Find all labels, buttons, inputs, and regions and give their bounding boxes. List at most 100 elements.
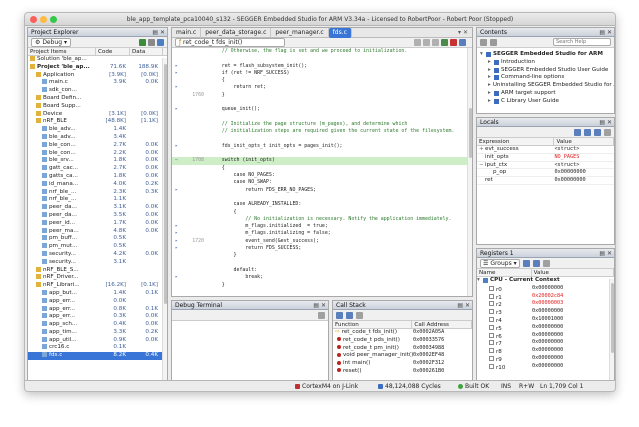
expand-icon[interactable]: ▸: [488, 82, 491, 90]
zoom-window-button[interactable]: [50, 16, 57, 23]
column-expression[interactable]: Expression: [477, 138, 555, 145]
editor-tab[interactable]: peer_manager.c: [271, 28, 329, 38]
project-tree-row[interactable]: ble_adv... 1.4K: [28, 126, 167, 134]
register-row[interactable]: r8 0x00000000: [477, 347, 614, 355]
code-line[interactable]: [172, 260, 472, 267]
register-row[interactable]: r1 0x20002c84: [477, 293, 614, 301]
code-line[interactable]: // Initialize the page structure (m_page…: [172, 121, 472, 128]
registers-scrollbar[interactable]: [609, 279, 614, 381]
registers-menu-icon[interactable]: ▤ ✕: [599, 249, 612, 258]
code-line[interactable]: {: [172, 165, 472, 172]
code-line[interactable]: case ALREADY_INSTALLED:: [172, 201, 472, 208]
code-line[interactable]: case NO_SWAP:: [172, 179, 472, 186]
project-tree-row[interactable]: Board Supp...: [28, 102, 167, 111]
project-tree-row[interactable]: security... 4.2K 0.0K: [28, 250, 167, 259]
add-icon[interactable]: [157, 38, 164, 46]
call-stack-row[interactable]: reset() 0x000261B0: [333, 368, 472, 376]
code-line[interactable]: // initialization steps are required giv…: [172, 128, 472, 135]
config-select[interactable]: ⚙ Debug ▾: [31, 37, 71, 47]
local-variable-row[interactable]: ret 0x00000000: [477, 177, 614, 185]
project-tree-row[interactable]: peer_da... 3.1K 0.0K: [28, 204, 167, 212]
registers-refresh-icon[interactable]: [522, 259, 530, 267]
code-line[interactable]: [172, 289, 472, 296]
locals-menu-icon[interactable]: ▤ ✕: [599, 118, 612, 127]
breakpoint-marker-icon[interactable]: ▸: [175, 230, 178, 237]
project-tree-row[interactable]: main.c 3.9K 0.0K: [28, 79, 167, 87]
code-line[interactable]: {: [172, 77, 472, 84]
project-tree-row[interactable]: gatts_ca... 1.8K 0.0K: [28, 172, 167, 181]
step-out-icon[interactable]: [432, 39, 439, 46]
project-tree-row[interactable]: nRF_BLE_S...: [28, 266, 167, 275]
code-line[interactable]: [172, 136, 472, 143]
register-row[interactable]: r0 0x00000000: [477, 285, 614, 293]
terminal-output[interactable]: [172, 321, 328, 381]
project-tree-row[interactable]: nRF_Librari... [16.2K] [0.1K]: [28, 282, 167, 290]
project-tree-row[interactable]: app_but... 1.4K 0.1K: [28, 289, 167, 298]
column-value[interactable]: Value: [554, 138, 614, 145]
project-tree-row[interactable]: Board Defin...: [28, 94, 167, 103]
current-line-arrow-icon[interactable]: ⇨: [175, 157, 178, 164]
project-tree-row[interactable]: ble_srv... 1.8K 0.0K: [28, 157, 167, 165]
project-tree-row[interactable]: Project 'ble_ap... 71.6K 188.9K: [28, 63, 167, 72]
code-line[interactable]: ▸ return FDS_ERR_NO_PAGES;: [172, 187, 472, 194]
breakpoint-marker-icon[interactable]: ▸: [175, 143, 178, 150]
local-variable-row[interactable]: init_opts NO_PAGES: [477, 154, 614, 162]
tab-list-icon[interactable]: ▾ ✕: [458, 29, 468, 36]
register-row[interactable]: r4 0x10001000: [477, 316, 614, 324]
project-tree-row[interactable]: nrf_ble_... 2.3K 0.3K: [28, 188, 167, 197]
registers-hex-icon[interactable]: [532, 259, 540, 267]
code-line[interactable]: // A write operation is necessary to ini…: [172, 296, 472, 297]
code-line[interactable]: [172, 150, 472, 157]
call-stack-settings-icon[interactable]: [356, 311, 363, 319]
project-tree-row[interactable]: nRF_BLE [48.8K] [1.1K]: [28, 118, 167, 126]
project-tree-row[interactable]: peer_id... 1.7K 0.0K: [28, 219, 167, 228]
project-tree-row[interactable]: Solution 'ble_ap...: [28, 56, 167, 64]
breakpoint-marker-icon[interactable]: ▸: [175, 84, 178, 91]
code-line[interactable]: ▸ if (ret != NRF_SUCCESS): [172, 70, 472, 77]
locals-dec-icon[interactable]: [594, 128, 601, 136]
column-code[interactable]: Code: [96, 48, 130, 55]
restart-icon[interactable]: [459, 39, 466, 46]
local-variable-row[interactable]: p_op 0x00000000: [477, 169, 614, 178]
build-status[interactable]: Built OK: [458, 381, 489, 391]
register-row[interactable]: r10 0x00000000: [477, 363, 614, 371]
breakpoint-marker-icon[interactable]: ▸: [175, 187, 178, 194]
help-topic[interactable]: ▾ SEGGER Embedded Studio for ARM: [477, 51, 614, 59]
groups-button[interactable]: ☰ Groups ▾: [480, 258, 520, 268]
project-tree-row[interactable]: app_err... 0.0K: [28, 297, 167, 306]
step-over-icon[interactable]: [414, 39, 421, 46]
code-line[interactable]: [172, 99, 472, 106]
breakpoint-marker-icon[interactable]: ▸: [175, 70, 178, 77]
call-stack-row[interactable]: void peer_manager_init() 0x0002EF48: [333, 352, 472, 360]
project-tree-row[interactable]: gatt_cac... 2.7K 0.0K: [28, 165, 167, 173]
project-tree-row[interactable]: app_util... 0.9K 0.0K: [28, 336, 167, 345]
register-row[interactable]: r6 0x00000000: [477, 332, 614, 340]
column-reg-value[interactable]: Value: [532, 269, 614, 276]
code-line[interactable]: ▸ return ret;: [172, 84, 472, 91]
project-tree-row[interactable]: sdk_con...: [28, 87, 167, 95]
editor-tab[interactable]: fds.c: [328, 28, 352, 38]
call-stack-menu-icon[interactable]: ▤ ✕: [457, 301, 470, 310]
minimize-window-button[interactable]: [40, 16, 47, 23]
code-line[interactable]: ▸ fds_init_opts_t init_opts = pages_init…: [172, 143, 472, 150]
locals-view-icon[interactable]: [574, 128, 581, 136]
debug-terminal-menu-icon[interactable]: ▤ ✕: [313, 301, 326, 310]
target-status[interactable]: CortexM4 on J-Link: [295, 381, 358, 391]
local-variable-row[interactable]: −iput_ctx <struct>: [477, 162, 614, 170]
registers-settings-icon[interactable]: [542, 259, 550, 267]
help-topic[interactable]: ▸ ARM target support: [477, 90, 614, 98]
build-icon[interactable]: [139, 38, 146, 46]
project-tree-row[interactable]: ble_con... 2.2K 0.0K: [28, 149, 167, 158]
code-line[interactable]: ▸ break;: [172, 274, 472, 281]
code-line[interactable]: ⇨ 1708 switch (init_opts): [172, 157, 472, 165]
breakpoint-marker-icon[interactable]: ▸: [175, 63, 178, 70]
continue-icon[interactable]: [441, 39, 448, 46]
column-call-address[interactable]: Call Address: [412, 321, 472, 328]
code-line[interactable]: 1760 }: [172, 92, 472, 99]
call-stack-row[interactable]: ⇨ ret_code_t fds_init() 0x0002A05A: [333, 329, 472, 337]
call-stack-row[interactable]: int main() 0x0002F312: [333, 360, 472, 368]
step-into-icon[interactable]: [423, 39, 430, 46]
code-line[interactable]: {: [172, 209, 472, 216]
back-icon[interactable]: [480, 38, 487, 46]
code-line[interactable]: // Otherwise, the flag is set and we pro…: [172, 48, 472, 55]
